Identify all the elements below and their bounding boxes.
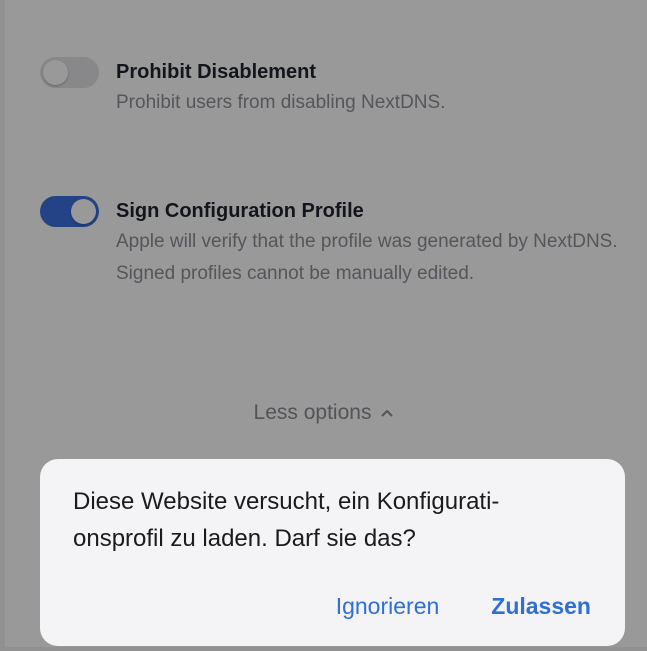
dialog-message: Diese Website versucht, ein Konfigurati-… xyxy=(73,483,595,557)
dialog-message-line: Diese Website versucht, ein Konfigurati- xyxy=(73,488,500,515)
screen: Prohibit Disablement Prohibit users from… xyxy=(0,0,647,651)
profile-download-dialog: Diese Website versucht, ein Konfigurati-… xyxy=(40,459,625,646)
allow-button[interactable]: Zulassen xyxy=(491,593,591,620)
dialog-message-line: onsprofil zu laden. Darf sie das? xyxy=(73,525,416,552)
ignore-button[interactable]: Ignorieren xyxy=(336,593,440,620)
dialog-buttons: Ignorieren Zulassen xyxy=(336,593,591,620)
